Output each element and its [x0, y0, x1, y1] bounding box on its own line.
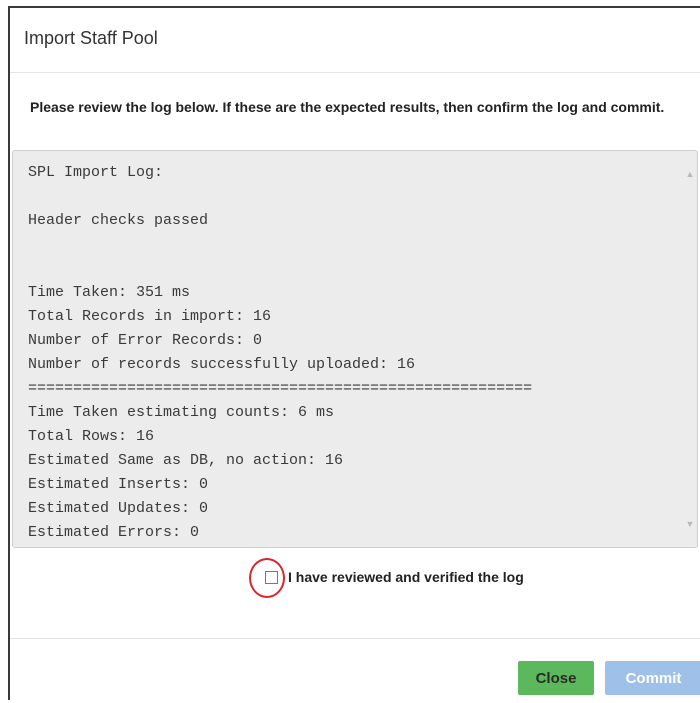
scroll-up-arrow-icon[interactable]: ▲	[685, 169, 695, 179]
log-line: Time Taken: 351 ms	[28, 284, 191, 301]
review-instructions: Please review the log below. If these ar…	[30, 99, 665, 115]
log-line: ========================================…	[28, 380, 533, 397]
commit-button[interactable]: Commit	[605, 661, 700, 695]
log-scrollbar[interactable]: ▲ ▼	[683, 151, 697, 547]
scroll-down-arrow-icon[interactable]: ▼	[685, 519, 695, 529]
log-line: Estimated Inserts: 0	[28, 476, 209, 493]
close-button[interactable]: Close	[518, 661, 594, 695]
dialog-header: Import Staff Pool	[10, 8, 700, 73]
log-line: SPL Import Log:	[28, 164, 164, 181]
log-line: Number of records successfully uploaded:…	[28, 356, 416, 373]
dialog-title: Import Staff Pool	[24, 28, 158, 48]
import-log-panel[interactable]: SPL Import Log: Header checks passed Time …	[12, 150, 698, 548]
verify-row: I have reviewed and verified the log	[10, 558, 700, 598]
log-line: Estimated Errors: 0	[28, 524, 200, 541]
log-line: Time Taken estimating counts: 6 ms	[28, 404, 335, 421]
import-staff-pool-dialog: Import Staff Pool Please review the log …	[8, 6, 700, 700]
dialog-footer: Close Commit	[10, 638, 700, 703]
log-line: Header checks passed	[28, 212, 209, 229]
import-log-text: SPL Import Log: Header checks passed Time …	[28, 161, 532, 545]
log-line: Estimated Updates: 0	[28, 500, 209, 517]
log-line: Estimated Same as DB, no action: 16	[28, 452, 344, 469]
log-line: Number of Error Records: 0	[28, 332, 263, 349]
verified-log-checkbox[interactable]	[265, 571, 278, 584]
log-line: Total Records in import: 16	[28, 308, 272, 325]
log-line: Total Rows: 16	[28, 428, 155, 445]
verified-log-label[interactable]: I have reviewed and verified the log	[288, 569, 524, 585]
